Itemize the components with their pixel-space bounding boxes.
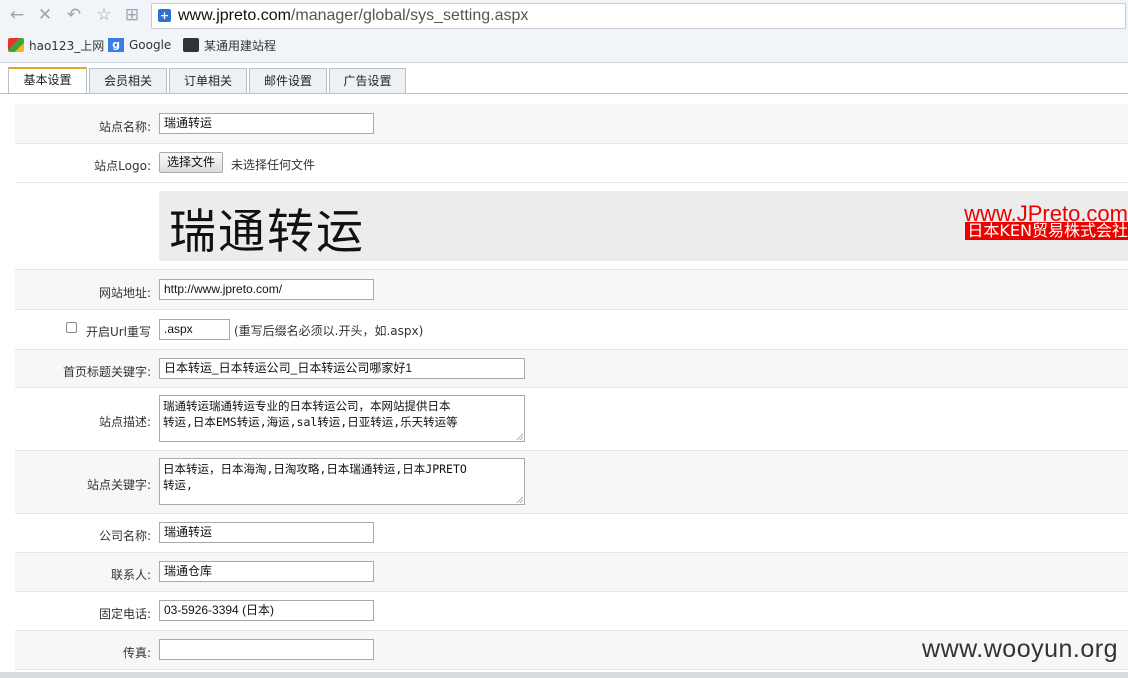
bookmark-label: Google	[129, 38, 172, 52]
bookmark-google[interactable]: g Google	[108, 36, 171, 54]
choose-file-button[interactable]: 选择文件	[159, 152, 224, 173]
file-status: 未选择任何文件	[231, 158, 316, 172]
site-name-label: 站点名称:	[98, 120, 151, 134]
resize-grip-icon[interactable]	[516, 433, 523, 440]
row-contact: 联系人: 瑞通仓库	[15, 553, 1128, 592]
watermark: www.wooyun.org	[922, 635, 1118, 663]
browser-chrome: ← ✕ ↶ ☆ ⊞ + www.jpreto.com/manager/globa…	[0, 0, 1128, 63]
tab-divider	[0, 93, 1128, 94]
address-bar[interactable]: + www.jpreto.com/manager/global/sys_sett…	[151, 3, 1126, 29]
row-site-name: 站点名称: 瑞通转运	[15, 104, 1128, 144]
phone-input[interactable]: 03-5926-3394 (日本)	[159, 600, 374, 621]
grid-icon[interactable]: ⊞	[121, 4, 143, 26]
bookmark-hao123[interactable]: hao123_上网	[8, 36, 104, 54]
company-name-input[interactable]: 瑞通转运	[159, 522, 374, 543]
site-name-input[interactable]: 瑞通转运	[159, 113, 374, 134]
google-icon: g	[108, 38, 124, 52]
row-url-rewrite: 开启Url重写 .aspx (重写后缀名必须以.开头，如.aspx)	[15, 310, 1128, 350]
row-company-name: 公司名称: 瑞通转运	[15, 514, 1128, 553]
close-icon[interactable]: ✕	[34, 4, 56, 26]
fax-input[interactable]	[159, 639, 374, 660]
site-desc-textarea[interactable]: 瑞通转运瑞通转运专业的日本转运公司，本网站提供日本 转运,日本EMS转运,海运,…	[159, 395, 525, 442]
logo-preview-image: 瑞通转运 www.JPreto.com 日本KEN贸易株式会社	[159, 191, 1128, 261]
site-keywords-textarea[interactable]: 日本转运，日本海淘,日淘攻略,日本瑞通转运,日本JPRETO 转运,	[159, 458, 525, 505]
bookmark-label: 某通用建站程	[204, 38, 277, 53]
site-url-label: 网站地址:	[98, 286, 151, 300]
site-keywords-line: 转运,	[163, 478, 193, 492]
row-phone: 固定电话: 03-5926-3394 (日本)	[15, 592, 1128, 631]
page-icon: +	[158, 9, 171, 22]
tab-basic[interactable]: 基本设置	[8, 67, 87, 94]
row-logo-preview: 瑞通转运 www.JPreto.com 日本KEN贸易株式会社	[15, 183, 1128, 270]
url-rewrite-checkbox[interactable]	[66, 322, 77, 333]
bottom-bar	[0, 672, 1128, 678]
fax-label: 传真:	[122, 646, 151, 660]
url-path: /manager/global/sys_setting.aspx	[290, 7, 529, 24]
site-logo-label: 站点Logo:	[94, 159, 151, 173]
logo-title: 瑞通转运	[169, 205, 365, 260]
phone-label: 固定电话:	[98, 607, 151, 621]
contact-label: 联系人:	[110, 568, 151, 582]
logo-company: 日本KEN贸易株式会社	[965, 221, 1128, 240]
tab-mail[interactable]: 邮件设置	[249, 68, 327, 93]
row-site-url: 网站地址: http://www.jpreto.com/	[15, 270, 1128, 310]
undo-icon[interactable]: ↶	[63, 4, 85, 26]
home-title-input[interactable]: 日本转运_日本转运公司_日本转运公司哪家好1	[159, 358, 525, 379]
home-title-label: 首页标题关键字:	[62, 365, 151, 379]
site-desc-line: 瑞通转运瑞通转运专业的日本转运公司，本网站提供日本	[163, 399, 451, 413]
site-keywords-line: 日本转运，日本海淘,日淘攻略,日本瑞通转运,日本JPRETO	[163, 462, 467, 476]
site-desc-label: 站点描述:	[98, 415, 151, 429]
tab-member[interactable]: 会员相关	[89, 68, 167, 93]
site-builder-icon	[183, 38, 199, 52]
url-rewrite-label: 开启Url重写	[85, 325, 151, 339]
row-home-title: 首页标题关键字: 日本转运_日本转运公司_日本转运公司哪家好1	[15, 350, 1128, 388]
url-rewrite-input[interactable]: .aspx	[159, 319, 230, 340]
star-icon[interactable]: ☆	[93, 4, 115, 26]
row-site-desc: 站点描述: 瑞通转运瑞通转运专业的日本转运公司，本网站提供日本 转运,日本EMS…	[15, 388, 1128, 451]
tab-ads[interactable]: 广告设置	[329, 68, 406, 93]
hao123-icon	[8, 38, 24, 52]
back-icon[interactable]: ←	[6, 4, 28, 26]
company-name-label: 公司名称:	[98, 529, 151, 543]
site-keywords-label: 站点关键字:	[86, 478, 151, 492]
resize-grip-icon[interactable]	[516, 496, 523, 503]
contact-input[interactable]: 瑞通仓库	[159, 561, 374, 582]
url-text: www.jpreto.com/manager/global/sys_settin…	[178, 7, 528, 25]
row-site-logo: 站点Logo: 选择文件 未选择任何文件	[15, 144, 1128, 183]
bookmark-site-builder[interactable]: 某通用建站程	[183, 36, 276, 54]
url-domain: www.jpreto.com	[178, 7, 291, 24]
url-rewrite-hint: (重写后缀名必须以.开头，如.aspx)	[234, 324, 424, 338]
site-desc-line: 转运,日本EMS转运,海运,sal转运,日亚转运,乐天转运等	[163, 415, 458, 429]
site-url-input[interactable]: http://www.jpreto.com/	[159, 279, 374, 300]
bookmark-label: hao123_上网	[29, 38, 105, 53]
row-site-keywords: 站点关键字: 日本转运，日本海淘,日淘攻略,日本瑞通转运,日本JPRETO 转运…	[15, 451, 1128, 514]
tab-order[interactable]: 订单相关	[169, 68, 247, 93]
